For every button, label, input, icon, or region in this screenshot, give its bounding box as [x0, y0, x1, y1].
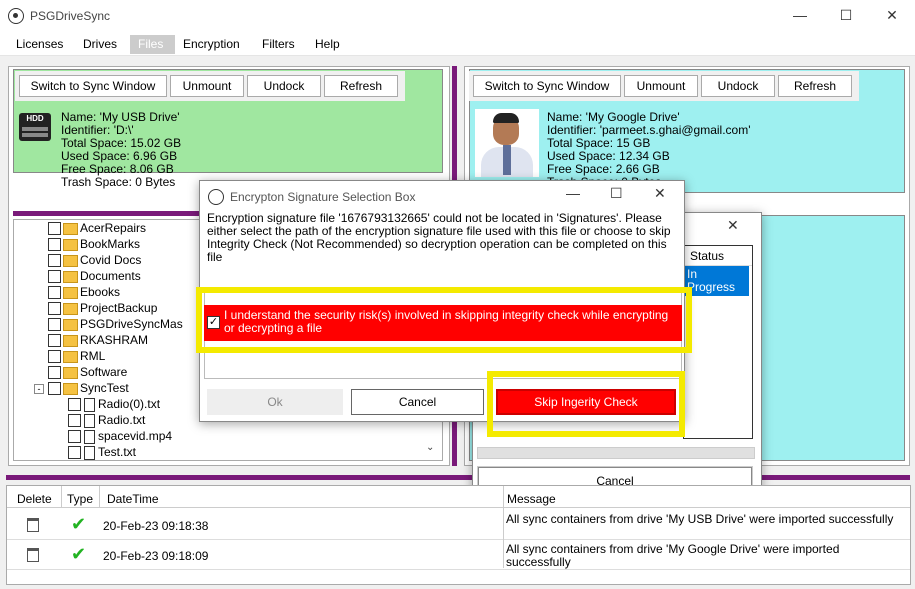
trash-icon[interactable]	[27, 548, 39, 562]
hdd-icon: HDD	[19, 113, 51, 141]
tree-file[interactable]: Test.txt	[68, 444, 183, 460]
title-bar: PSGDriveSync — ☐ ✕	[0, 0, 915, 32]
status-value: In Progress	[683, 266, 749, 296]
minimize-button[interactable]: —	[566, 185, 580, 201]
unmount-button[interactable]: Unmount	[624, 75, 698, 97]
tree-folder[interactable]: Ebooks	[48, 284, 183, 300]
encryption-signature-dialog: Encrypton Signature Selection Box — ☐ ✕ …	[196, 180, 692, 437]
close-button[interactable]: ✕	[869, 0, 915, 32]
tree-folder[interactable]: RKASHRAM	[48, 332, 183, 348]
skip-integrity-checkbox-row[interactable]: ✓ I understand the security risk(s) invo…	[204, 305, 682, 341]
folder-icon	[63, 334, 78, 347]
folder-icon	[63, 350, 78, 363]
switch-to-sync-window-button[interactable]: Switch to Sync Window	[473, 75, 621, 97]
tree-folder[interactable]: Documents	[48, 268, 183, 284]
horizontal-splitter[interactable]	[6, 475, 910, 480]
folder-icon	[63, 302, 78, 315]
log-table: Delete Type DateTime Message ✔ 20-Feb-23…	[6, 485, 911, 585]
collapse-icon[interactable]: -	[34, 383, 44, 394]
log-message: All sync containers from drive 'My Googl…	[506, 542, 840, 569]
status-list: Status In Progress	[683, 245, 753, 439]
file-icon	[84, 429, 95, 444]
close-icon[interactable]: ✕	[727, 217, 739, 234]
log-message: All sync containers from drive 'My USB D…	[506, 512, 894, 526]
tree-folder[interactable]: BookMarks	[48, 236, 183, 252]
table-row[interactable]: ✔ 20-Feb-23 09:18:38 All sync containers…	[7, 508, 910, 540]
tree-file[interactable]: Radio(0).txt	[68, 396, 183, 412]
tree-file[interactable]: spacevid.mp4	[68, 428, 183, 444]
success-check-icon: ✔	[71, 544, 87, 564]
tree-folder[interactable]: ProjectBackup	[48, 300, 183, 316]
tree-folder[interactable]: Covid Docs	[48, 252, 183, 268]
tree-folder[interactable]: AcerRepairs	[48, 220, 183, 236]
drive-trash-space: Trash Space: 0 Bytes	[61, 175, 176, 189]
menu-filters[interactable]: Filters	[254, 35, 303, 54]
dialog-cancel-button[interactable]: Cancel	[351, 389, 484, 415]
skip-integrity-check-button[interactable]: Skip Ingerity Check	[496, 389, 676, 415]
log-header-row: Delete Type DateTime Message	[7, 486, 910, 508]
switch-to-sync-window-button[interactable]: Switch to Sync Window	[19, 75, 167, 97]
menu-help[interactable]: Help	[307, 35, 348, 54]
dialog-message: Encryption signature file '1676793132665…	[207, 211, 671, 264]
file-icon	[84, 445, 95, 460]
menu-licenses[interactable]: Licenses	[8, 35, 71, 54]
folder-icon	[63, 382, 78, 395]
log-datetime: 20-Feb-23 09:18:38	[103, 519, 209, 533]
progress-bar	[477, 447, 755, 459]
file-icon	[84, 413, 95, 428]
dialog-title: Encrypton Signature Selection Box	[230, 190, 416, 204]
window-title: PSGDriveSync	[30, 9, 111, 23]
checkbox-checked-icon[interactable]: ✓	[207, 316, 220, 329]
undock-button[interactable]: Undock	[701, 75, 775, 97]
tree-file[interactable]: Radio.txt	[68, 412, 183, 428]
app-logo-icon	[208, 189, 224, 205]
column-header-message[interactable]: Message	[507, 492, 556, 506]
avatar	[475, 109, 539, 177]
ok-button[interactable]: Ok	[207, 389, 343, 415]
refresh-button[interactable]: Refresh	[778, 75, 852, 97]
success-check-icon: ✔	[71, 514, 87, 534]
status-header: Status	[684, 246, 752, 266]
folder-icon	[63, 318, 78, 331]
log-datetime: 20-Feb-23 09:18:09	[103, 549, 209, 563]
column-header-type[interactable]: Type	[67, 492, 93, 506]
column-header-datetime[interactable]: DateTime	[107, 492, 159, 506]
folder-icon	[63, 254, 78, 267]
menu-encryption[interactable]: Encryption	[175, 35, 248, 54]
tree-folder[interactable]: Software	[48, 364, 183, 380]
maximize-button[interactable]: ☐	[610, 185, 623, 202]
undock-button[interactable]: Undock	[247, 75, 321, 97]
trash-icon[interactable]	[27, 518, 39, 532]
minimize-button[interactable]: —	[777, 0, 823, 32]
tree-folder[interactable]: - SyncTest	[34, 380, 183, 396]
refresh-button[interactable]: Refresh	[324, 75, 398, 97]
scroll-down-icon[interactable]: ⌄	[426, 442, 440, 456]
app-logo-icon	[8, 8, 24, 24]
file-icon	[84, 397, 95, 412]
close-button[interactable]: ✕	[654, 185, 666, 202]
tree-folder[interactable]: PSGDriveSyncMas	[48, 316, 183, 332]
folder-icon	[63, 238, 78, 251]
table-row[interactable]: ✔ 20-Feb-23 09:18:09 All sync containers…	[7, 538, 910, 570]
folder-icon	[63, 270, 78, 283]
column-header-delete[interactable]: Delete	[17, 492, 52, 506]
folder-icon	[63, 222, 78, 235]
unmount-button[interactable]: Unmount	[170, 75, 244, 97]
tree-folder[interactable]: RML	[48, 348, 183, 364]
folder-icon	[63, 286, 78, 299]
menu-files[interactable]: Files	[130, 35, 175, 54]
skip-integrity-label: I understand the security risk(s) involv…	[224, 308, 669, 335]
folder-icon	[63, 366, 78, 379]
menu-bar: Licenses Drives Files Encryption Filters…	[0, 32, 915, 56]
maximize-button[interactable]: ☐	[823, 0, 869, 32]
menu-drives[interactable]: Drives	[75, 35, 125, 54]
